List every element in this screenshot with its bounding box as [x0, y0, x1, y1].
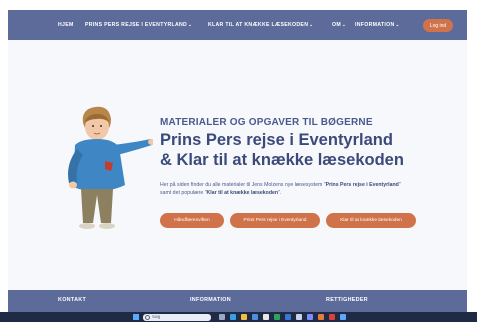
footer-heading-information: INFORMATION	[190, 297, 231, 303]
taskbar: Søg	[0, 312, 477, 322]
search-icon	[145, 314, 150, 320]
chevron-down-icon: ⌄	[341, 22, 347, 27]
haandfaerenviften-button[interactable]: Håndfærenviften	[160, 213, 224, 228]
hero-title-line-2: & Klar til at knække læsekoden	[160, 151, 404, 169]
intro-link-prins-pers[interactable]: Prins Pers rejse i Eventyrland	[326, 182, 399, 188]
app-icon[interactable]	[318, 314, 324, 320]
hero-title-line-1: Prins Pers rejse i Eventyrland	[160, 131, 393, 149]
hero-title: Prins Pers rejse i Eventyrland & Klar ti…	[160, 130, 404, 170]
nav-item-label: PRINS PERS REJSE I EVENTYRLAND	[85, 22, 188, 28]
hero-section: MATERIALER OG OPGAVER TIL BØGERNE Prins …	[8, 40, 467, 290]
chevron-down-icon: ⌄	[309, 22, 314, 27]
task-view-icon[interactable]	[219, 314, 225, 320]
browser-viewport: HJEM PRINS PERS REJSE I EVENTYRLAND⌄ KLA…	[8, 10, 467, 312]
intro-link-klar-til[interactable]: Klar til at knække læsekoden	[207, 190, 279, 196]
intro-text: ".	[278, 190, 282, 196]
hero-kicker: MATERIALER OG OPGAVER TIL BØGERNE	[160, 117, 373, 128]
nav-item-label: KLAR TIL AT KNÆKKE LÆSEKODEN	[208, 22, 309, 28]
nav-item-klar-til[interactable]: KLAR TIL AT KNÆKKE LÆSEKODEN⌄	[208, 22, 313, 28]
page: HJEM PRINS PERS REJSE I EVENTYRLAND⌄ KLA…	[0, 0, 477, 322]
chevron-down-icon: ⌄	[188, 22, 193, 27]
chrome-icon[interactable]	[263, 314, 269, 320]
nav-item-label: INFORMATION	[355, 22, 395, 28]
taskbar-search-placeholder: Søg	[152, 314, 161, 319]
nav-item-prins-pers[interactable]: PRINS PERS REJSE I EVENTYRLAND⌄	[85, 22, 192, 28]
prins-pers-button[interactable]: Prins Pers rejse i Eventyrland	[230, 213, 320, 228]
store-icon[interactable]	[252, 314, 258, 320]
windows-start-icon[interactable]	[133, 314, 139, 320]
hero-intro: Her på siden finder du alle materialer t…	[160, 181, 410, 197]
chevron-down-icon: ⌄	[395, 22, 400, 27]
app-icon[interactable]	[296, 314, 302, 320]
file-explorer-icon[interactable]	[241, 314, 247, 320]
app-icon[interactable]	[274, 314, 280, 320]
edge-icon[interactable]	[230, 314, 236, 320]
teams-icon[interactable]	[307, 314, 313, 320]
klar-til-button[interactable]: Klar til at knække læsekoden	[326, 213, 416, 228]
app-icon[interactable]	[340, 314, 346, 320]
intro-text: Her på siden finder du alle materialer t…	[160, 182, 326, 188]
word-icon[interactable]	[285, 314, 291, 320]
nav-item-hjem[interactable]: HJEM	[58, 22, 74, 28]
taskbar-search[interactable]: Søg	[143, 313, 211, 321]
footer: KONTAKT INFORMATION RETTIGHEDER	[8, 290, 467, 312]
nav-item-information[interactable]: INFORMATION⌄	[355, 22, 400, 28]
boy-illustration	[68, 106, 153, 229]
nav-item-om[interactable]: OM⌄	[332, 22, 346, 28]
nav-item-label: OM	[332, 22, 341, 28]
footer-heading-kontakt: KONTAKT	[58, 297, 87, 303]
top-navigation: HJEM PRINS PERS REJSE I EVENTYRLAND⌄ KLA…	[8, 10, 467, 40]
app-icon[interactable]	[329, 314, 335, 320]
footer-heading-rettigheder: RETTIGHEDER	[326, 297, 368, 303]
login-button[interactable]: Log ind	[423, 19, 453, 32]
